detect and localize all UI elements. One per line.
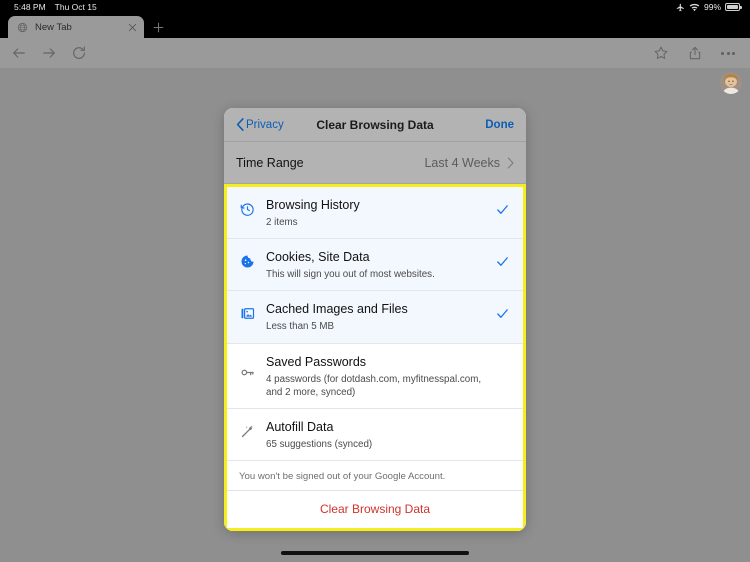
time-range-row[interactable]: Time Range Last 4 Weeks [224, 142, 526, 184]
option-saved-passwords[interactable]: Saved Passwords 4 passwords (for dotdash… [227, 343, 523, 410]
cookie-icon [238, 248, 256, 269]
cached-image-icon [238, 300, 256, 321]
home-indicator [281, 550, 469, 555]
time-range-value: Last 4 Weeks [424, 155, 500, 170]
status-bar-left: 5:48 PM Thu Oct 15 [0, 2, 97, 12]
magic-wand-icon [238, 418, 256, 439]
clear-browsing-data-button[interactable]: Clear Browsing Data [227, 491, 523, 529]
option-text: Cookies, Site Data This will sign you ou… [266, 248, 485, 281]
status-bar-right: 99% [676, 2, 750, 12]
browser-toolbar [0, 38, 750, 68]
toolbar-action-group [653, 45, 750, 61]
browser-tab-title: New Tab [35, 21, 72, 33]
option-subtitle: 2 items [266, 217, 298, 228]
checkmark-icon [495, 248, 511, 269]
chevron-right-icon [507, 157, 514, 168]
option-title: Cached Images and Files [266, 302, 408, 317]
option-cookies-site-data[interactable]: Cookies, Site Data This will sign you ou… [227, 239, 523, 292]
device-screen: 5:48 PM Thu Oct 15 99% New Tab Privacy C… [0, 0, 750, 562]
globe-icon [17, 22, 28, 32]
time-range-label: Time Range [236, 155, 304, 170]
checkmark-icon [495, 300, 511, 321]
option-subtitle: This will sign you out of most websites. [266, 269, 435, 281]
option-title: Saved Passwords [266, 354, 367, 369]
star-icon[interactable] [653, 45, 669, 61]
back-to-privacy-button[interactable]: Privacy [236, 118, 284, 131]
forward-arrow-icon[interactable] [41, 45, 57, 61]
done-button[interactable]: Done [485, 119, 514, 131]
history-clock-icon [238, 196, 256, 217]
avatar-image [720, 72, 742, 94]
status-bar-date: Thu Oct 15 [54, 2, 97, 12]
close-icon[interactable] [127, 22, 138, 33]
option-subtitle: 65 suggestions (synced) [266, 439, 373, 451]
back-arrow-icon[interactable] [11, 45, 27, 61]
option-text: Saved Passwords 4 passwords (for dotdash… [266, 353, 485, 399]
option-autofill-data[interactable]: Autofill Data 65 suggestions (synced) [227, 409, 523, 462]
option-subtitle: 4 passwords (for dotdash.com, myfitnessp… [266, 373, 482, 398]
battery-icon [725, 3, 742, 11]
checkmark-icon [495, 196, 511, 217]
back-label: Privacy [246, 118, 284, 131]
option-title: Autofill Data [266, 420, 334, 435]
share-icon[interactable] [687, 45, 703, 61]
new-tab-plus-icon[interactable] [152, 21, 165, 34]
option-text: Browsing History 2 items [266, 196, 485, 229]
option-subtitle: Less than 5 MB [266, 321, 335, 333]
option-cached-images-and-files[interactable]: Cached Images and Files Less than 5 MB [227, 291, 523, 344]
google-account-note: You won't be signed out of your Google A… [227, 461, 523, 492]
battery-percent-label: 99% [703, 2, 721, 12]
dialog-header: Privacy Clear Browsing Data Done [224, 108, 526, 142]
option-text: Cached Images and Files Less than 5 MB [266, 300, 485, 333]
option-title: Browsing History [266, 198, 360, 212]
status-bar: 5:48 PM Thu Oct 15 99% [0, 0, 750, 14]
option-text: Autofill Data 65 suggestions (synced) [266, 418, 485, 451]
wifi-icon [689, 3, 700, 11]
highlighted-options-region: Browsing History 2 items Cookies, Site D… [224, 184, 526, 532]
status-bar-time: 5:48 PM [14, 2, 46, 12]
checkmark-placeholder [495, 418, 511, 424]
browser-tab-new-tab[interactable]: New Tab [8, 16, 144, 38]
tab-strip: New Tab [0, 14, 750, 38]
toolbar-nav-group [0, 45, 87, 61]
checkmark-placeholder [495, 353, 511, 359]
reload-icon[interactable] [71, 45, 87, 61]
clear-browsing-data-dialog: Privacy Clear Browsing Data Done Time Ra… [224, 108, 526, 532]
option-browsing-history[interactable]: Browsing History 2 items [227, 187, 523, 240]
option-title: Cookies, Site Data [266, 250, 370, 265]
profile-avatar[interactable] [720, 72, 742, 94]
airplane-mode-icon [676, 3, 684, 11]
more-dots-icon[interactable] [721, 51, 735, 55]
chevron-left-icon [236, 118, 244, 131]
key-icon [238, 353, 256, 380]
